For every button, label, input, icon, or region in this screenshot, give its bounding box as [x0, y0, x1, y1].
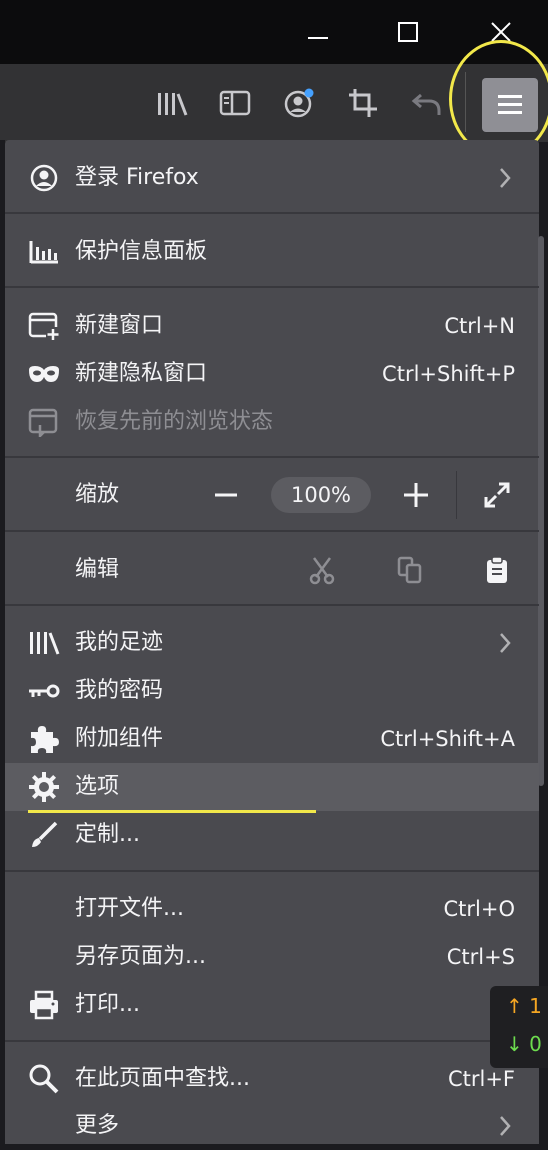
menu-item-label: 附加组件 [75, 726, 164, 751]
menu-item-new-private-window[interactable]: 新建隐私窗口 Ctrl+Shift+P [5, 350, 539, 398]
close-icon [491, 22, 511, 42]
menu-item-label: 打开文件... [75, 896, 184, 921]
printer-icon [27, 988, 61, 1022]
fullscreen-button[interactable] [480, 478, 514, 512]
menu-item-library[interactable]: 我的足迹 [5, 619, 539, 667]
bar-chart-icon [27, 235, 61, 269]
toolbar-separator [465, 72, 466, 132]
menu-item-label: 打印... [75, 992, 140, 1017]
cut-button[interactable] [306, 554, 338, 586]
copy-button[interactable] [394, 553, 426, 587]
undo-arrow-icon [411, 93, 441, 115]
menu-item-shortcut: Ctrl+Shift+A [380, 727, 515, 751]
library-toolbar-button[interactable] [155, 86, 189, 120]
menu-item-sign-in[interactable]: 登录 Firefox [5, 154, 539, 202]
network-speed-widget: ↑ 1 ↓ 0 [490, 986, 548, 1068]
hamburger-menu-icon [498, 95, 522, 114]
search-icon [27, 1062, 61, 1096]
menu-item-new-window[interactable]: 新建窗口 Ctrl+N [5, 302, 539, 350]
menu-item-shortcut: Ctrl+O [443, 897, 516, 921]
menu-item-label: 定制... [75, 822, 140, 847]
menu-item-addons[interactable]: 附加组件 Ctrl+Shift+A [5, 715, 539, 763]
menu-item-label: 更多 [75, 1113, 120, 1138]
window-titlebar [0, 0, 548, 64]
menu-item-edit: 编辑 [5, 546, 539, 594]
sidebar-icon [219, 90, 251, 116]
menu-item-shortcut: Ctrl+Shift+P [382, 362, 515, 386]
maximize-button[interactable] [388, 12, 428, 52]
menu-item-label: 我的足迹 [75, 630, 164, 655]
download-speed: ↓ 0 [506, 1032, 542, 1056]
scissors-icon [309, 557, 335, 585]
chevron-right-icon [495, 163, 515, 193]
menu-item-label: 登录 Firefox [75, 165, 199, 190]
copy-icon [397, 556, 422, 584]
new-window-icon [27, 309, 61, 343]
menu-separator [5, 212, 539, 214]
minus-icon [215, 493, 237, 497]
menu-item-shortcut: Ctrl+S [446, 945, 515, 969]
menu-item-save-page[interactable]: 另存页面为... Ctrl+S [5, 933, 539, 981]
menu-separator [5, 456, 539, 458]
menu-item-label: 另存页面为... [75, 944, 206, 969]
menu-item-options[interactable]: 选项 [5, 763, 539, 811]
zoom-out-button[interactable] [209, 480, 243, 510]
plus-icon [404, 483, 428, 507]
account-toolbar-button[interactable] [282, 86, 316, 120]
private-mask-icon [27, 357, 61, 391]
zoom-label: 缩放 [75, 482, 120, 507]
menu-item-restore-session[interactable]: 恢复先前的浏览状态 [5, 398, 539, 446]
menu-item-label: 在此页面中查找... [75, 1066, 250, 1091]
menu-separator [5, 604, 539, 606]
open-menu-button[interactable] [482, 78, 538, 132]
paintbrush-icon [27, 818, 61, 852]
menu-item-find-in-page[interactable]: 在此页面中查找... Ctrl+F [5, 1055, 539, 1103]
library-icon [27, 626, 61, 660]
minimize-button[interactable] [298, 12, 338, 52]
menu-item-label: 我的密码 [75, 678, 164, 703]
zoom-in-button[interactable] [399, 479, 433, 511]
minimize-icon [308, 37, 328, 39]
menu-item-open-file[interactable]: 打开文件... Ctrl+O [5, 885, 539, 933]
menu-separator [5, 286, 539, 288]
puzzle-piece-icon [27, 722, 61, 756]
crop-icon [349, 89, 377, 117]
maximize-icon [398, 22, 418, 42]
zoom-reset-button[interactable]: 100% [271, 477, 371, 513]
menu-item-logins[interactable]: 我的密码 [5, 667, 539, 715]
menu-item-protections[interactable]: 保护信息面板 [5, 228, 539, 276]
account-circle-icon [27, 161, 61, 195]
paste-button[interactable] [481, 553, 513, 587]
menu-item-shortcut: Ctrl+N [444, 314, 515, 338]
library-icon [158, 93, 188, 116]
screenshot-toolbar-button[interactable] [346, 86, 380, 120]
menu-separator [5, 1040, 539, 1042]
close-button[interactable] [481, 12, 521, 52]
chevron-right-icon [495, 628, 515, 658]
menu-item-customize[interactable]: 定制... [5, 811, 539, 859]
menu-separator [5, 870, 539, 872]
sidebar-toolbar-button[interactable] [218, 86, 252, 120]
menu-item-label: 恢复先前的浏览状态 [75, 409, 274, 434]
menu-item-label: 选项 [75, 774, 120, 799]
gear-icon [27, 770, 61, 804]
edit-label: 编辑 [75, 557, 120, 582]
menu-item-label: 保护信息面板 [75, 239, 208, 264]
menu-item-more[interactable]: 更多 [5, 1102, 539, 1150]
zoom-divider [456, 471, 457, 519]
fullscreen-expand-icon [484, 482, 510, 508]
account-icon [284, 88, 314, 118]
restore-session-icon [27, 405, 61, 439]
chevron-right-icon [495, 1111, 515, 1141]
menu-item-label: 新建隐私窗口 [75, 361, 208, 386]
menu-item-print[interactable]: 打印... [5, 981, 539, 1029]
menu-item-label: 新建窗口 [75, 313, 164, 338]
menu-separator [5, 530, 539, 532]
upload-speed: ↑ 1 [506, 994, 542, 1018]
undo-toolbar-button[interactable] [410, 86, 444, 120]
key-icon [27, 674, 61, 708]
clipboard-icon [487, 556, 507, 583]
